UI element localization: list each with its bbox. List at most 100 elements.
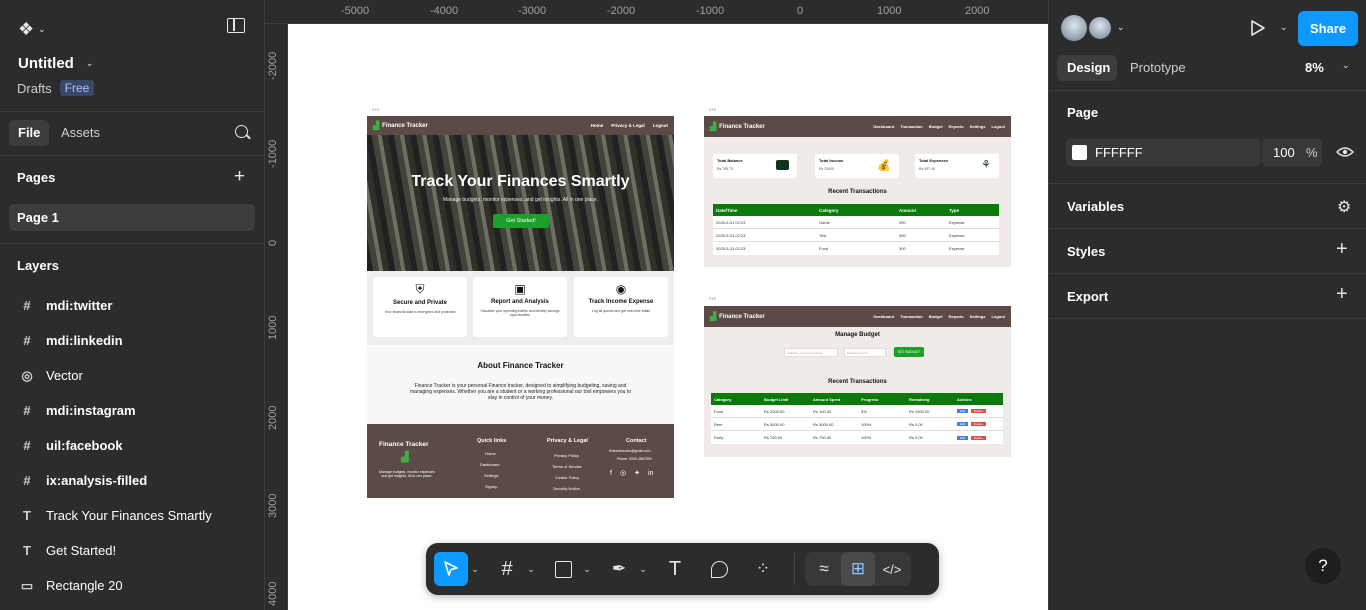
- nav-link[interactable]: Logout: [653, 123, 668, 128]
- nav-link[interactable]: Settings: [970, 314, 986, 319]
- table-row[interactable]: 2025-5-31 02:23 Game 300 Expense: [713, 216, 999, 229]
- chevron-down-icon[interactable]: ⌄: [38, 24, 46, 35]
- layer-item[interactable]: ◎ Vector: [0, 358, 265, 393]
- layer-item[interactable]: T Track Your Finances Smartly: [0, 498, 265, 533]
- nav-link[interactable]: Budget: [929, 314, 943, 319]
- edit-button[interactable]: Edit: [957, 422, 969, 426]
- nav-link[interactable]: Reports: [949, 314, 964, 319]
- table-row[interactable]: Rent Rs 3000.00 Rs 3000.00 100% Rs 0.00 …: [711, 418, 1003, 431]
- file-name-row[interactable]: Untitled ⌄: [18, 55, 93, 72]
- chevron-down-icon[interactable]: ⌄: [86, 58, 94, 69]
- twitter-icon[interactable]: ✦: [634, 469, 640, 477]
- tab-prototype[interactable]: Prototype: [1130, 60, 1186, 75]
- layer-item[interactable]: # mdi:linkedin: [0, 323, 265, 358]
- help-button[interactable]: ?: [1305, 548, 1341, 584]
- get-started-button[interactable]: Get Started!: [493, 214, 549, 228]
- footer-link[interactable]: Settings: [484, 473, 498, 478]
- layer-item[interactable]: # mdi:instagram: [0, 393, 265, 428]
- pen-tool-button[interactable]: ✒: [602, 552, 636, 586]
- nav-link[interactable]: Settings: [970, 124, 986, 129]
- move-tool-button[interactable]: [434, 552, 468, 586]
- table-row[interactable]: Food Rs 2000.00 Rs 100.00 5% Rs 1900.00 …: [711, 405, 1003, 418]
- footer-link[interactable]: Dashboard: [480, 462, 500, 467]
- shape-tool-button[interactable]: [546, 552, 580, 586]
- actions-button[interactable]: ⁘: [746, 552, 780, 586]
- nav-link[interactable]: Transaction: [900, 124, 922, 129]
- file-location[interactable]: Drafts: [17, 81, 52, 96]
- file-name[interactable]: Untitled: [18, 55, 74, 72]
- footer-link[interactable]: Terms of Service: [552, 464, 582, 469]
- avatar[interactable]: [1087, 15, 1113, 41]
- delete-button[interactable]: Delete: [971, 409, 986, 413]
- frame-tool-button[interactable]: #: [490, 552, 524, 586]
- footer-link[interactable]: Cookie Policy: [555, 475, 579, 480]
- delete-button[interactable]: Delete: [971, 422, 986, 426]
- export-title[interactable]: Export: [1067, 289, 1108, 304]
- nav-link[interactable]: Logout: [991, 124, 1005, 129]
- footer-link[interactable]: Signup: [485, 484, 497, 489]
- nav-link[interactable]: Dashboard: [873, 314, 894, 319]
- layer-item[interactable]: T Get Started!: [0, 533, 265, 568]
- linkedin-icon[interactable]: in: [648, 470, 653, 477]
- edit-button[interactable]: Edit: [957, 409, 969, 413]
- add-style-icon[interactable]: +: [1336, 238, 1348, 261]
- add-export-icon[interactable]: +: [1336, 283, 1348, 306]
- tab-assets[interactable]: Assets: [61, 125, 100, 140]
- landing-frame[interactable]: ▟ Finance Tracker Home Privacy & Legal L…: [367, 116, 674, 498]
- footer-link[interactable]: Security Notice: [553, 486, 580, 491]
- variables-settings-icon[interactable]: ⚙: [1337, 197, 1351, 217]
- budget-amount-input[interactable]: Budget Amount: [844, 348, 886, 357]
- zoom-level[interactable]: 8%: [1305, 60, 1324, 75]
- nav-link[interactable]: Privacy & Legal: [611, 123, 645, 128]
- frame-handle[interactable]: •••: [709, 296, 716, 303]
- dashboard-frame[interactable]: ▟ Finance Tracker Dashboard Transaction …: [704, 116, 1011, 267]
- chevron-down-icon[interactable]: ⌄: [1117, 22, 1125, 33]
- avatar[interactable]: [1061, 15, 1087, 41]
- play-icon[interactable]: [1250, 19, 1266, 37]
- layer-item[interactable]: ▭ Rectangle 20: [0, 568, 265, 603]
- tab-design[interactable]: Design: [1067, 60, 1110, 75]
- canvas[interactable]: -2000 -1000 0 1000 2000 3000 4000 -5000 …: [265, 0, 1048, 610]
- chevron-down-icon[interactable]: ⌄: [524, 564, 538, 575]
- instagram-icon[interactable]: ◎: [620, 469, 626, 477]
- nav-link[interactable]: Budget: [929, 124, 943, 129]
- tab-file[interactable]: File: [18, 125, 40, 140]
- comment-tool-button[interactable]: [702, 552, 736, 586]
- nav-link[interactable]: Reports: [949, 124, 964, 129]
- edit-button[interactable]: Edit: [957, 435, 969, 440]
- chevron-down-icon[interactable]: ⌄: [1280, 22, 1288, 33]
- dev-mode-button[interactable]: </>: [875, 552, 909, 586]
- nav-link[interactable]: Dashboard: [873, 124, 894, 129]
- eye-icon[interactable]: [1336, 146, 1354, 158]
- set-budget-button[interactable]: SET BUDGET: [894, 347, 924, 357]
- variables-title[interactable]: Variables: [1067, 199, 1124, 214]
- chevron-down-icon[interactable]: ⌄: [636, 564, 650, 575]
- design-mode-button[interactable]: ⊞: [841, 552, 875, 586]
- sidebar-toggle-icon[interactable]: [227, 18, 245, 33]
- page-opacity-value[interactable]: 100: [1273, 145, 1295, 160]
- layer-item[interactable]: # mdi:twitter: [0, 288, 265, 323]
- share-button[interactable]: Share: [1298, 11, 1358, 46]
- frame-handle[interactable]: •••: [709, 107, 716, 114]
- category-input[interactable]: Category (e.g Food, Rent): [784, 348, 838, 357]
- table-row[interactable]: Party Rs 700.00 Rs 700.00 100% Rs 0.00 E…: [711, 431, 1003, 444]
- chevron-down-icon[interactable]: ⌄: [468, 564, 482, 575]
- nav-link[interactable]: Logout: [991, 314, 1005, 319]
- table-row[interactable]: 2025-5-31 02:23 Food 300 Expense: [713, 242, 999, 255]
- draw-mode-button[interactable]: ≈: [807, 552, 841, 586]
- color-swatch[interactable]: [1072, 145, 1087, 160]
- page-color-value[interactable]: FFFFFF: [1095, 145, 1143, 160]
- nav-link[interactable]: Transaction: [900, 314, 922, 319]
- plan-badge[interactable]: Free: [59, 80, 95, 96]
- search-icon[interactable]: [235, 125, 251, 140]
- budget-frame[interactable]: ▟ Finance Tracker Dashboard Transaction …: [704, 306, 1011, 457]
- layer-item[interactable]: # uil:facebook: [0, 428, 265, 463]
- add-page-icon[interactable]: +: [234, 166, 245, 188]
- facebook-icon[interactable]: f: [610, 470, 612, 477]
- nav-link[interactable]: Home: [591, 123, 604, 128]
- layer-item[interactable]: # ix:analysis-filled: [0, 463, 265, 498]
- chevron-down-icon[interactable]: ⌄: [1342, 60, 1350, 71]
- footer-link[interactable]: Privacy Policy: [554, 453, 579, 458]
- main-menu[interactable]: ❖ ⌄: [18, 19, 46, 40]
- styles-title[interactable]: Styles: [1067, 244, 1105, 259]
